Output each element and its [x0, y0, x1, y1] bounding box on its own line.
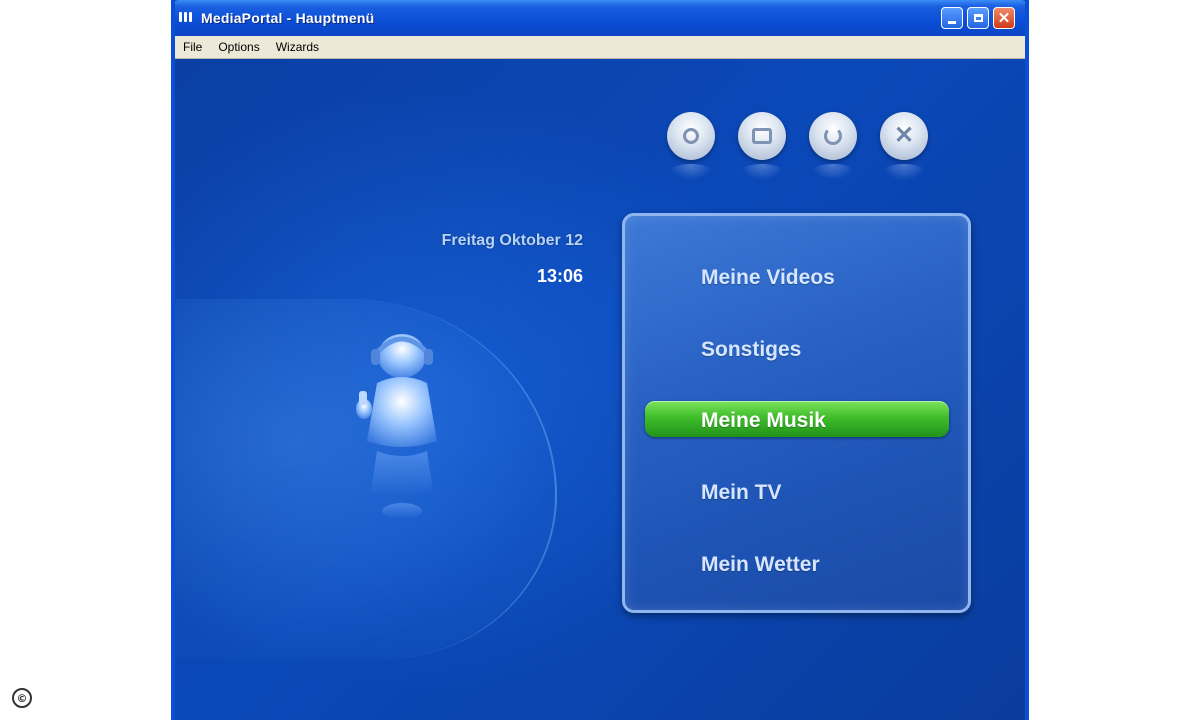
maximize-button[interactable]: [967, 7, 989, 29]
menu-entry-sonstiges[interactable]: Sonstiges: [701, 338, 801, 362]
menu-wizards[interactable]: Wizards: [268, 40, 327, 54]
restart-button[interactable]: [809, 112, 857, 180]
button-reflection: [811, 164, 855, 180]
menu-file[interactable]: File: [175, 40, 210, 54]
app-icon: [179, 12, 193, 22]
window-mode-button[interactable]: [738, 112, 786, 180]
title-bar[interactable]: MediaPortal - Hauptmenü ✕: [175, 0, 1025, 36]
music-mascot-icon: [356, 334, 437, 519]
menu-entry-meine-musik[interactable]: Meine Musik: [701, 409, 826, 433]
window-icon: [752, 128, 772, 144]
button-reflection: [882, 164, 926, 180]
media-stage: ✕ Freitag Oktober 12 13:06 Meine Videos …: [175, 59, 1025, 720]
maximize-icon: [973, 14, 983, 22]
close-icon: ✕: [997, 9, 1011, 27]
main-menu-panel: Meine Videos Sonstiges Meine Musik Mein …: [622, 213, 971, 613]
close-x-icon: ✕: [893, 122, 915, 149]
window-title: MediaPortal - Hauptmenü: [201, 10, 375, 26]
minimize-icon: [948, 20, 956, 24]
button-reflection: [740, 164, 784, 180]
menu-bar: File Options Wizards: [175, 36, 1025, 59]
menu-entry-mein-wetter[interactable]: Mein Wetter: [701, 553, 820, 577]
date-display: Freitag Oktober 12: [441, 232, 583, 249]
button-reflection: [669, 164, 713, 180]
close-button[interactable]: ✕: [993, 7, 1015, 29]
app-window: MediaPortal - Hauptmenü ✕ File Options W…: [171, 0, 1029, 720]
exit-button[interactable]: ✕: [880, 112, 928, 180]
copyright-badge: ©: [12, 688, 32, 708]
restart-icon: [824, 127, 842, 145]
power-icon: [683, 128, 699, 144]
menu-entry-meine-videos[interactable]: Meine Videos: [701, 266, 835, 290]
menu-entry-mein-tv[interactable]: Mein TV: [701, 481, 782, 505]
power-button[interactable]: [667, 112, 715, 180]
time-display: 13:06: [536, 266, 583, 286]
menu-options[interactable]: Options: [210, 40, 267, 54]
minimize-button[interactable]: [941, 7, 963, 29]
